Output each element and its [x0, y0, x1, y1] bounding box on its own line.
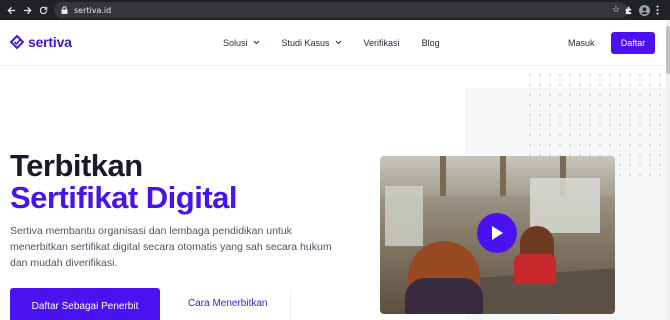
main-navigation: Solusi Studi Kasus Verifikasi Blog: [223, 38, 462, 48]
nav-item-verifikasi[interactable]: Verifikasi: [364, 38, 400, 48]
logo-wordmark: sertiva: [28, 34, 72, 50]
sertiva-logo-icon: [10, 35, 24, 49]
browser-extension-area: [624, 0, 659, 20]
site-header: sertiva Solusi Studi Kasus Verifikasi Bl…: [0, 20, 666, 66]
divider: [290, 290, 291, 320]
signup-button[interactable]: Daftar: [611, 32, 655, 54]
profile-avatar-icon[interactable]: [639, 4, 650, 16]
page-viewport: sertiva Solusi Studi Kasus Verifikasi Bl…: [0, 20, 670, 320]
nav-item-studi-kasus[interactable]: Studi Kasus: [282, 38, 342, 48]
nav-item-solusi[interactable]: Solusi: [223, 38, 260, 48]
chevron-down-icon: [253, 40, 260, 47]
login-link[interactable]: Masuk: [568, 38, 595, 48]
scrollbar[interactable]: [666, 20, 670, 320]
logo[interactable]: sertiva: [10, 34, 72, 50]
url-text: sertiva.id: [74, 5, 112, 15]
reload-button[interactable]: [35, 0, 51, 20]
video-scene-person: [514, 254, 556, 284]
chevron-down-icon: [335, 40, 342, 47]
extensions-puzzle-icon[interactable]: [624, 5, 633, 15]
nav-item-label: Blog: [421, 38, 440, 48]
browser-toolbar: sertiva.id ☆: [0, 0, 670, 20]
nav-item-label: Solusi: [223, 38, 248, 48]
nav-item-blog[interactable]: Blog: [422, 38, 440, 48]
video-scene-beam: [500, 156, 506, 196]
reload-icon: [39, 6, 47, 14]
scrollbar-thumb[interactable]: [666, 26, 670, 74]
hero-description: Sertiva membantu organisasi dan lembaga …: [10, 225, 332, 269]
arrow-left-icon: [6, 6, 15, 14]
lock-icon: [60, 6, 68, 15]
video-scene-window: [530, 178, 600, 233]
hero-title-line1: Terbitkan: [10, 148, 143, 183]
video-scene-person: [405, 278, 483, 314]
bookmark-star-icon[interactable]: ☆: [612, 4, 620, 15]
hero-title-line2: Sertifikat Digital: [10, 180, 238, 215]
register-as-issuer-button[interactable]: Daftar Sebagai Penerbit: [10, 288, 160, 320]
browser-menu-icon[interactable]: [656, 5, 659, 15]
back-button[interactable]: [3, 0, 19, 20]
video-scene-window: [385, 186, 423, 246]
address-bar[interactable]: sertiva.id ☆: [54, 2, 628, 18]
video-scene-beam: [440, 156, 446, 196]
play-icon: [492, 226, 503, 240]
how-to-issue-link[interactable]: Cara Menerbitkan: [188, 298, 267, 309]
arrow-right-icon: [23, 6, 32, 14]
nav-item-label: Studi Kasus: [281, 38, 330, 48]
nav-item-label: Verifikasi: [363, 38, 400, 48]
play-button[interactable]: [477, 213, 517, 253]
forward-button[interactable]: [19, 0, 35, 20]
